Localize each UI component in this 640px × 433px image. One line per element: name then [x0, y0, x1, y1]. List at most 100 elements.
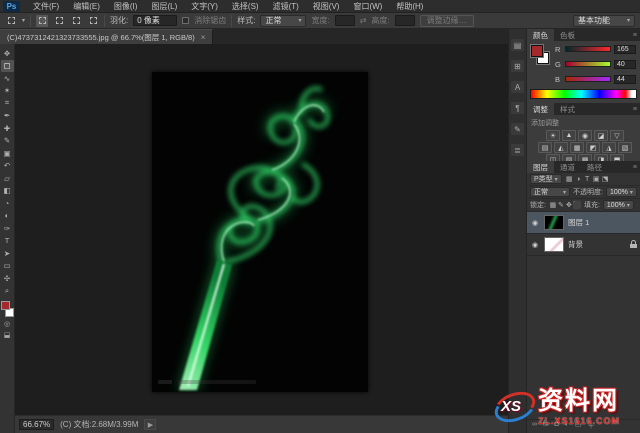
menu-item[interactable]: 图像(I)	[107, 0, 145, 13]
document-image[interactable]	[152, 72, 368, 392]
healing-brush-tool[interactable]: ✚	[1, 122, 14, 134]
menu-item[interactable]: 图层(L)	[144, 0, 184, 13]
menu-item[interactable]: 编辑(E)	[66, 0, 107, 13]
quick-mask-button[interactable]: ◎	[1, 318, 14, 329]
type-tool[interactable]: T	[1, 235, 14, 247]
canvas-area[interactable]	[15, 44, 508, 415]
tab-adjustments[interactable]: 调整	[527, 103, 554, 115]
swap-dimensions-icon[interactable]: ⇄	[360, 16, 367, 25]
clone-stamp-tool[interactable]: ▣	[1, 147, 14, 159]
layer-row-background[interactable]: ◉ 背景	[527, 234, 640, 256]
eyedropper-tool[interactable]: ✒	[1, 110, 14, 122]
lock-option-icon[interactable]: ⬛	[573, 201, 582, 210]
lock-option-icon[interactable]: ▦	[549, 201, 557, 210]
rectangle-tool[interactable]: ▭	[1, 260, 14, 272]
visibility-eye-icon[interactable]: ◉	[530, 241, 540, 249]
preset-caret-icon[interactable]: ▾	[22, 17, 25, 24]
layer-row-layer1[interactable]: ◉ 图层 1	[527, 212, 640, 234]
lasso-tool[interactable]: ∿	[1, 72, 14, 84]
adjustment-icon[interactable]: ◉	[578, 130, 592, 141]
red-value-input[interactable]: 165	[614, 44, 636, 54]
layer-filter-icon[interactable]: ◑	[574, 175, 583, 184]
visibility-eye-icon[interactable]: ◉	[530, 219, 540, 227]
layer-filter-icon[interactable]: T	[583, 175, 592, 184]
lock-option-icon[interactable]: ✎	[557, 201, 565, 210]
blue-value-input[interactable]: 44	[614, 74, 636, 84]
menu-item[interactable]: 文字(Y)	[184, 0, 225, 13]
menu-item[interactable]: 文件(F)	[26, 0, 66, 13]
gradient-tool[interactable]: ◧	[1, 185, 14, 197]
adjustment-icon[interactable]: ☀	[546, 130, 560, 141]
panel-menu-icon[interactable]: ≡	[633, 29, 640, 41]
panel-foreground-swatch[interactable]	[530, 44, 544, 58]
panel-menu-icon[interactable]: ≡	[633, 103, 640, 115]
marquee-tool-preset-icon[interactable]	[5, 15, 17, 27]
adjustment-icon[interactable]: ▽	[610, 130, 624, 141]
background-thumbnail[interactable]	[544, 237, 564, 252]
feather-input[interactable]: 0 像素	[133, 15, 178, 26]
document-tab[interactable]: (C)4737312421323733555.jpg @ 66.7%(图层 1,…	[0, 29, 214, 44]
dock-paragraph-icon[interactable]: ¶	[511, 102, 524, 114]
height-input[interactable]	[394, 15, 415, 26]
antialias-checkbox[interactable]	[182, 17, 190, 24]
layer-filter-icon[interactable]: ▣	[592, 175, 601, 184]
history-brush-tool[interactable]: ↶	[1, 160, 14, 172]
tab-paths[interactable]: 路径	[581, 161, 608, 173]
brush-tool[interactable]: ✎	[1, 135, 14, 147]
zoom-level-field[interactable]: 66.67%	[19, 419, 55, 430]
menu-item[interactable]: 窗口(W)	[346, 0, 389, 13]
tab-styles[interactable]: 样式	[554, 103, 581, 115]
blend-mode-select[interactable]: 正常 ▾	[530, 187, 570, 197]
dock-properties-icon[interactable]: ⊞	[511, 60, 524, 72]
fill-input[interactable]: 100% ▾	[602, 200, 634, 210]
new-selection-mode-button[interactable]	[36, 14, 49, 27]
green-value-input[interactable]: 40	[614, 59, 636, 69]
status-options-arrow[interactable]: ▶	[144, 419, 157, 430]
path-selection-tool[interactable]: ➤	[1, 247, 14, 259]
foreground-color-swatch[interactable]	[0, 301, 10, 310]
crop-tool[interactable]: ⌗	[1, 97, 14, 109]
layer1-thumbnail[interactable]	[544, 215, 564, 230]
adjustment-icon[interactable]: ◩	[586, 142, 600, 153]
style-select[interactable]: 正常 ▾	[260, 14, 307, 27]
dock-brush-icon[interactable]: ✎	[511, 123, 524, 135]
move-tool[interactable]: ✥	[1, 47, 14, 59]
tab-swatches[interactable]: 色板	[554, 29, 581, 41]
pen-tool[interactable]: ✑	[1, 222, 14, 234]
panel-menu-icon[interactable]: ≡	[633, 161, 640, 173]
screen-mode-button[interactable]: ⬓	[1, 329, 14, 340]
eraser-tool[interactable]: ▱	[1, 172, 14, 184]
subtract-selection-mode-button[interactable]	[70, 15, 82, 27]
color-spectrum-ramp[interactable]	[530, 89, 637, 99]
hand-tool[interactable]: ✣	[1, 272, 14, 284]
layer-filter-icon[interactable]: ⬔	[601, 175, 610, 184]
dock-character-icon[interactable]: A	[511, 81, 524, 93]
dock-info-icon[interactable]: ≣	[511, 144, 524, 156]
add-selection-mode-button[interactable]	[53, 15, 65, 27]
zoom-tool[interactable]: ⌕	[1, 285, 14, 297]
layer-filter-icon[interactable]: ▦	[565, 175, 574, 184]
tab-channels[interactable]: 通道	[554, 161, 581, 173]
rectangular-marquee-tool[interactable]: ▢	[0, 59, 14, 72]
background-layer-name[interactable]: 背景	[568, 239, 583, 250]
adjustment-icon[interactable]: ◮	[602, 142, 616, 153]
red-slider[interactable]	[565, 46, 611, 52]
menu-item[interactable]: 帮助(H)	[389, 0, 430, 13]
width-input[interactable]	[334, 15, 355, 26]
layer1-name[interactable]: 图层 1	[568, 217, 589, 228]
intersect-selection-mode-button[interactable]	[87, 15, 99, 27]
menu-item[interactable]: 选择(S)	[225, 0, 266, 13]
menu-item[interactable]: 滤镜(T)	[266, 0, 306, 13]
blue-slider[interactable]	[565, 76, 611, 82]
dock-history-icon[interactable]: ▤	[511, 39, 524, 51]
tab-color[interactable]: 颜色	[527, 29, 554, 41]
adjustment-icon[interactable]: ▧	[618, 142, 632, 153]
workspace-switcher[interactable]: 基本功能 ▾	[573, 14, 635, 27]
photoshop-logo[interactable]: Ps	[3, 0, 20, 12]
filter-kind-select[interactable]: Ρ类型 ▾	[530, 174, 562, 184]
opacity-input[interactable]: 100% ▾	[605, 187, 637, 197]
adjustment-icon[interactable]: ▤	[538, 142, 552, 153]
green-slider[interactable]	[565, 61, 611, 67]
tab-close-icon[interactable]: ×	[201, 33, 206, 42]
menu-item[interactable]: 视图(V)	[306, 0, 347, 13]
